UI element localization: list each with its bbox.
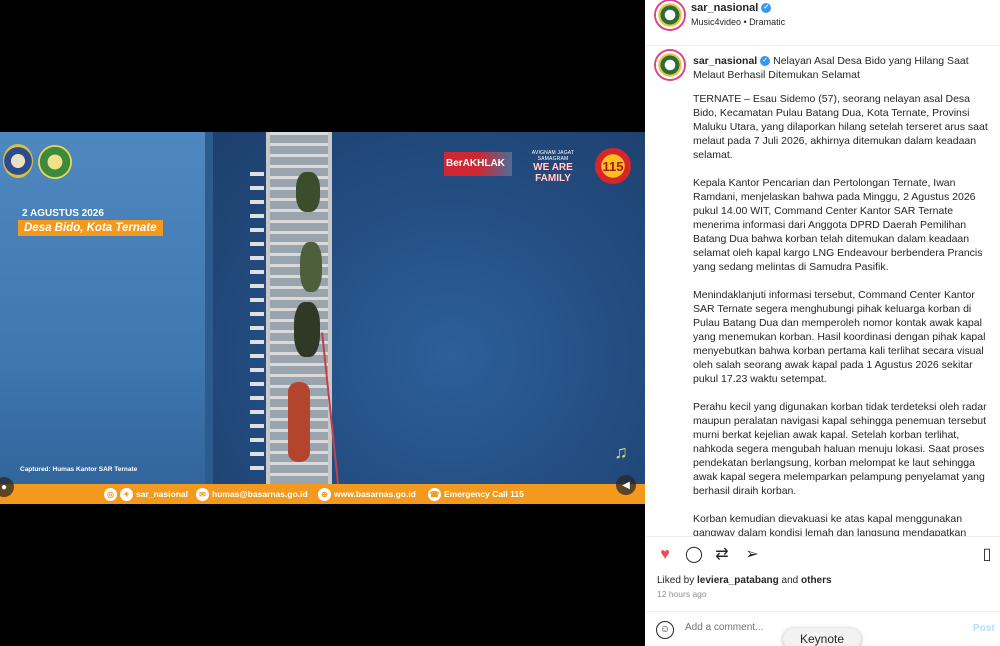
globe-icon: ⊕ — [318, 487, 331, 501]
video-date: 2 AGUSTUS 2026 — [22, 208, 104, 219]
post-comment-button[interactable]: Post — [973, 623, 995, 634]
caption-paragraph: Perahu kecil yang digunakan korban tidak… — [693, 401, 987, 497]
media-pane: BerAKHLAK AVIGNAM JAGAT SAMAGRAM WE ARE … — [0, 0, 645, 646]
emoji-icon[interactable]: ☺ — [656, 621, 674, 639]
send-icon[interactable]: ➢ — [743, 546, 761, 564]
like-heart-icon[interactable]: ♥ — [656, 546, 674, 564]
caption-heading: sar_nasional ✓ Nelayan Asal Desa Bido yan… — [693, 54, 993, 82]
hull-edge — [205, 132, 213, 504]
berakhlak-logo: BerAKHLAK — [444, 152, 512, 176]
keynote-tooltip: Keynote — [783, 628, 861, 646]
caption-paragraph: Korban kemudian dievakuasi ke atas kapal… — [693, 513, 967, 536]
repost-icon[interactable]: ⇄ — [713, 546, 731, 564]
footer-email: ✉ humas@basarnas.go.id — [196, 484, 308, 504]
rescued-fisherman — [294, 302, 320, 357]
footer-web-text: www.basarnas.go.id — [334, 489, 416, 499]
video-player[interactable]: BerAKHLAK AVIGNAM JAGAT SAMAGRAM WE ARE … — [0, 132, 645, 504]
footer-web: ⊕ www.basarnas.go.id — [318, 484, 416, 504]
post-side-panel: sar_nasional ✓ Music4video • Dramatic sar… — [645, 0, 1000, 646]
crew-member — [300, 242, 322, 292]
mute-toggle-icon[interactable]: ◀ — [616, 475, 636, 495]
bookmark-icon[interactable]: ▯ — [978, 546, 996, 564]
basarnas-logo — [3, 144, 33, 178]
footer-instagram: ◎ ✦ sar_nasional — [104, 484, 188, 504]
watermark-icon: ♫ — [614, 442, 628, 462]
twitter-icon: ✦ — [120, 487, 133, 501]
ship-hull — [0, 132, 212, 504]
liked-prefix: Liked by — [657, 575, 695, 586]
avatar[interactable] — [656, 1, 684, 29]
liked-others[interactable]: others — [801, 575, 832, 586]
instagram-icon: ◎ — [104, 487, 117, 501]
verified-icon: ✓ — [760, 56, 771, 67]
we-are-family-logo: AVIGNAM JAGAT SAMAGRAM WE ARE FAMILY — [517, 150, 589, 184]
liked-joiner: and — [781, 575, 799, 586]
post-timestamp[interactable]: 12 hours ago — [657, 589, 707, 599]
tagline-big: WE ARE FAMILY — [533, 162, 573, 184]
header-username[interactable]: sar_nasional — [691, 2, 758, 14]
avatar[interactable] — [656, 51, 684, 79]
emergency-115-badge: 115 — [595, 148, 631, 184]
mail-icon: ✉ — [196, 487, 209, 501]
caption-paragraph: Kepala Kantor Pencarian dan Pertolongan … — [693, 177, 983, 273]
post-caption: sar_nasional ✓ Nelayan Asal Desa Bido yan… — [645, 46, 1000, 536]
footer-emergency-text: Emergency Call 115 — [444, 489, 524, 499]
video-location-tag: Desa Bido, Kota Ternate — [18, 220, 163, 236]
post-header: sar_nasional ✓ Music4video • Dramatic — [645, 0, 1000, 46]
video-footer-bar: ◎ ✦ sar_nasional ✉ humas@basarnas.go.id … — [0, 484, 645, 504]
video-credit: Captured: Humas Kantor SAR Ternate — [20, 466, 138, 473]
tagline-small: AVIGNAM JAGAT SAMAGRAM — [531, 150, 575, 162]
header-username-row[interactable]: sar_nasional ✓ — [691, 2, 772, 14]
post-actions: ♥ ◯ ⇄ ➢ ▯ — [645, 536, 1000, 570]
phone-icon: ☎ — [428, 487, 441, 501]
lifebuoy — [288, 382, 310, 462]
footer-email-text: humas@basarnas.go.id — [212, 489, 308, 499]
gangway-rail — [250, 172, 264, 472]
footer-emergency: ☎ Emergency Call 115 — [428, 484, 524, 504]
caption-paragraph: Menindaklanjuti informasi tersebut, Comm… — [693, 289, 986, 385]
caption-body: TERNATE – Esau Sidemo (57), seorang nela… — [693, 92, 993, 536]
liked-user[interactable]: leviera_patabang — [697, 575, 779, 586]
verified-icon: ✓ — [761, 3, 772, 14]
liked-by-line: Liked by leviera_patabang and others — [657, 575, 832, 586]
caption-paragraph: TERNATE – Esau Sidemo (57), seorang nela… — [693, 93, 988, 161]
regional-logo — [38, 145, 72, 179]
comment-bubble-icon[interactable]: ◯ — [685, 546, 703, 564]
caption-username[interactable]: sar_nasional — [693, 55, 757, 67]
audio-track-link[interactable]: Music4video • Dramatic — [691, 17, 785, 27]
footer-instagram-handle: sar_nasional — [136, 489, 188, 499]
crew-member — [296, 172, 320, 212]
